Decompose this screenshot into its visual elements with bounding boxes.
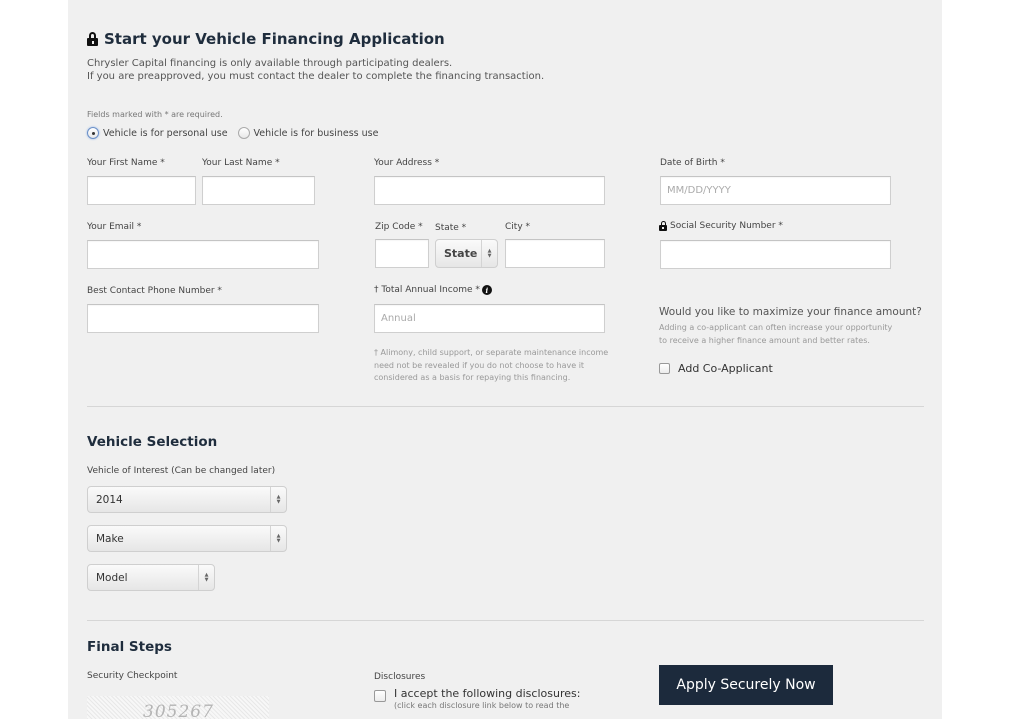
select-arrows-icon: ▲ ▼ (198, 565, 214, 590)
ssn-label-text: Social Security Number * (670, 221, 783, 231)
final-steps-title: Final Steps (87, 639, 172, 655)
income-hint-line: † Alimony, child support, or separate ma… (374, 348, 609, 357)
captcha-image: 305267 (87, 696, 269, 719)
state-select[interactable]: State ▲ ▼ (435, 239, 498, 268)
income-label-text: † Total Annual Income * (374, 285, 480, 295)
vehicle-interest-label: Vehicle of Interest (Can be changed late… (87, 466, 276, 476)
accept-disclosures-option[interactable]: I accept the following disclosures: (cli… (374, 687, 580, 711)
make-select[interactable]: Make ▲ ▼ (87, 525, 287, 552)
security-checkpoint-label: Security Checkpoint (87, 671, 178, 681)
vehicle-use-radio-group: Vehicle is for personal use Vehicle is f… (87, 127, 378, 139)
section-divider (87, 406, 924, 407)
select-arrows-icon: ▲ ▼ (270, 487, 286, 512)
make-select-value: Make (96, 532, 124, 545)
last-name-input[interactable] (202, 176, 315, 205)
page-title-text: Start your Vehicle Financing Application (104, 30, 445, 48)
email-input[interactable] (87, 240, 319, 269)
zip-label: Zip Code * (375, 222, 423, 232)
dob-label: Date of Birth * (660, 158, 725, 168)
accept-disclosures-label: I accept the following disclosures: (394, 687, 581, 700)
first-name-label: Your First Name * (87, 158, 165, 168)
state-label: State * (435, 223, 467, 233)
page-title: Start your Vehicle Financing Application (87, 30, 445, 48)
business-use-radio[interactable] (237, 127, 250, 139)
lock-icon (87, 32, 98, 46)
add-coapplicant-label: Add Co-Applicant (678, 362, 773, 375)
section-divider (87, 620, 924, 621)
state-select-value: State (444, 247, 478, 260)
add-coapplicant-option[interactable]: Add Co-Applicant (659, 362, 773, 375)
accept-disclosures-checkbox[interactable] (374, 690, 386, 702)
city-label: City * (505, 222, 531, 232)
business-use-option[interactable]: Vehicle is for business use (237, 127, 379, 139)
income-input[interactable]: Annual (374, 304, 605, 333)
select-arrows-icon: ▲ ▼ (270, 526, 286, 551)
coapplicant-description: Adding a co-applicant can often increase… (659, 322, 892, 347)
lock-icon (659, 221, 667, 231)
model-select[interactable]: Model ▲ ▼ (87, 564, 215, 591)
personal-use-option[interactable]: Vehicle is for personal use (87, 127, 228, 139)
income-hint-line: considered as a basis for repaying this … (374, 373, 571, 382)
ssn-label: Social Security Number * (659, 221, 783, 231)
phone-input[interactable] (87, 304, 319, 333)
city-input[interactable] (505, 239, 605, 268)
dob-placeholder: MM/DD/YYYY (667, 185, 731, 196)
accept-disclosures-subtext: (click each disclosure link below to rea… (394, 701, 570, 710)
income-hint-line: need not be revealed if you do not choos… (374, 360, 585, 370)
apply-securely-button[interactable]: Apply Securely Now (659, 665, 833, 705)
ssn-input[interactable] (660, 240, 891, 269)
first-name-input[interactable] (87, 176, 196, 205)
coapplicant-desc-line: to receive a higher finance amount and b… (659, 335, 870, 345)
dob-input[interactable]: MM/DD/YYYY (660, 176, 891, 205)
coapplicant-desc-line: Adding a co-applicant can often increase… (659, 323, 893, 332)
select-arrows-icon: ▲ ▼ (481, 240, 497, 267)
last-name-label: Your Last Name * (202, 158, 280, 168)
add-coapplicant-checkbox[interactable] (659, 363, 670, 374)
model-select-value: Model (96, 571, 128, 584)
address-label: Your Address * (374, 158, 440, 168)
required-note: Fields marked with * are required. (87, 110, 223, 119)
income-placeholder: Annual (381, 313, 416, 324)
income-label: † Total Annual Income * i (374, 285, 492, 295)
personal-use-label: Vehicle is for personal use (103, 127, 228, 139)
address-input[interactable] (374, 176, 605, 205)
email-label: Your Email * (87, 222, 142, 232)
business-use-label: Vehicle is for business use (253, 127, 379, 139)
vehicle-section-title: Vehicle Selection (87, 434, 218, 450)
phone-label: Best Contact Phone Number * (87, 286, 222, 296)
intro-line: Chrysler Capital financing is only avail… (87, 58, 453, 69)
disclosures-label: Disclosures (374, 672, 426, 682)
coapplicant-title: Would you like to maximize your finance … (659, 306, 922, 318)
year-select[interactable]: 2014 ▲ ▼ (87, 486, 287, 513)
income-hint: † Alimony, child support, or separate ma… (374, 347, 608, 385)
info-icon[interactable]: i (481, 285, 492, 295)
zip-input[interactable] (375, 239, 429, 268)
personal-use-radio[interactable] (87, 127, 99, 139)
year-select-value: 2014 (96, 493, 123, 506)
intro-text: Chrysler Capital financing is only avail… (87, 57, 544, 83)
intro-line: If you are preapproved, you must contact… (87, 71, 545, 82)
